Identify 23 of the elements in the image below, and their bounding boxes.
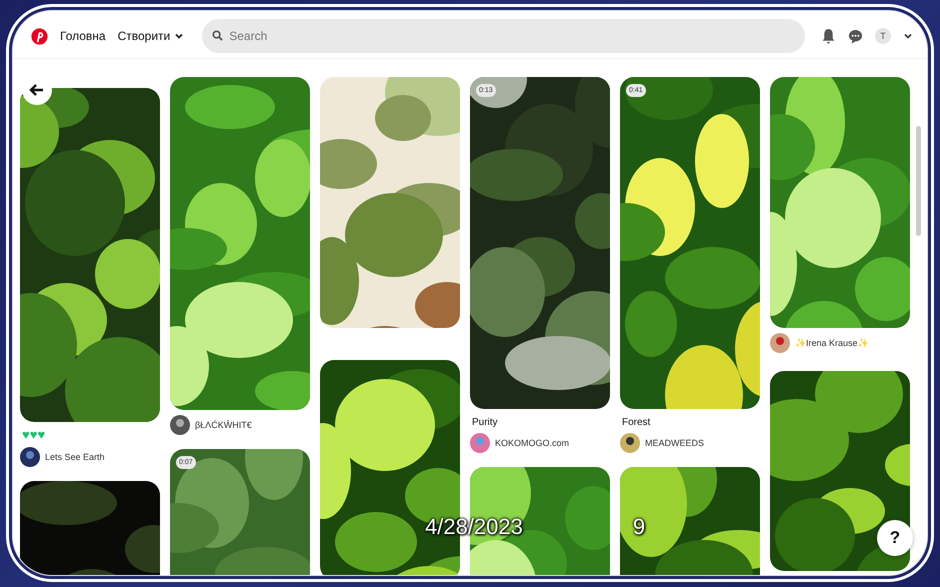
pin-title: Forest: [622, 417, 652, 428]
bell-icon[interactable]: [821, 28, 836, 44]
chat-icon[interactable]: [848, 28, 863, 44]
slide-number: 9: [632, 514, 646, 540]
author-name[interactable]: KOKOMOGO.com: [495, 438, 570, 448]
nav-link[interactable]: Головна: [60, 29, 106, 43]
avatar-icon[interactable]: [20, 447, 40, 467]
author-name[interactable]: βŁΛĆΚŴΗΙΤ€: [195, 420, 252, 430]
chevron-icon: [174, 31, 184, 41]
scrollbar[interactable]: [916, 126, 921, 236]
author-name[interactable]: ✨Irena Krause✨: [795, 338, 869, 348]
chevron-icon[interactable]: [903, 31, 913, 41]
pin-title: Purity: [472, 417, 499, 428]
pin-title: ♥♥♥: [22, 428, 46, 442]
author-name[interactable]: MEADWEEDS: [645, 438, 704, 448]
nav-link[interactable]: Створити: [118, 29, 184, 43]
logo-icon[interactable]: [31, 28, 48, 44]
avatar-icon[interactable]: [170, 415, 190, 435]
avatar-icon[interactable]: [770, 333, 790, 353]
search-field[interactable]: Search: [202, 19, 805, 53]
user-avatar[interactable]: T: [875, 28, 891, 44]
avatar-icon[interactable]: [620, 433, 640, 453]
author-name[interactable]: Lets See Earth: [45, 452, 105, 462]
